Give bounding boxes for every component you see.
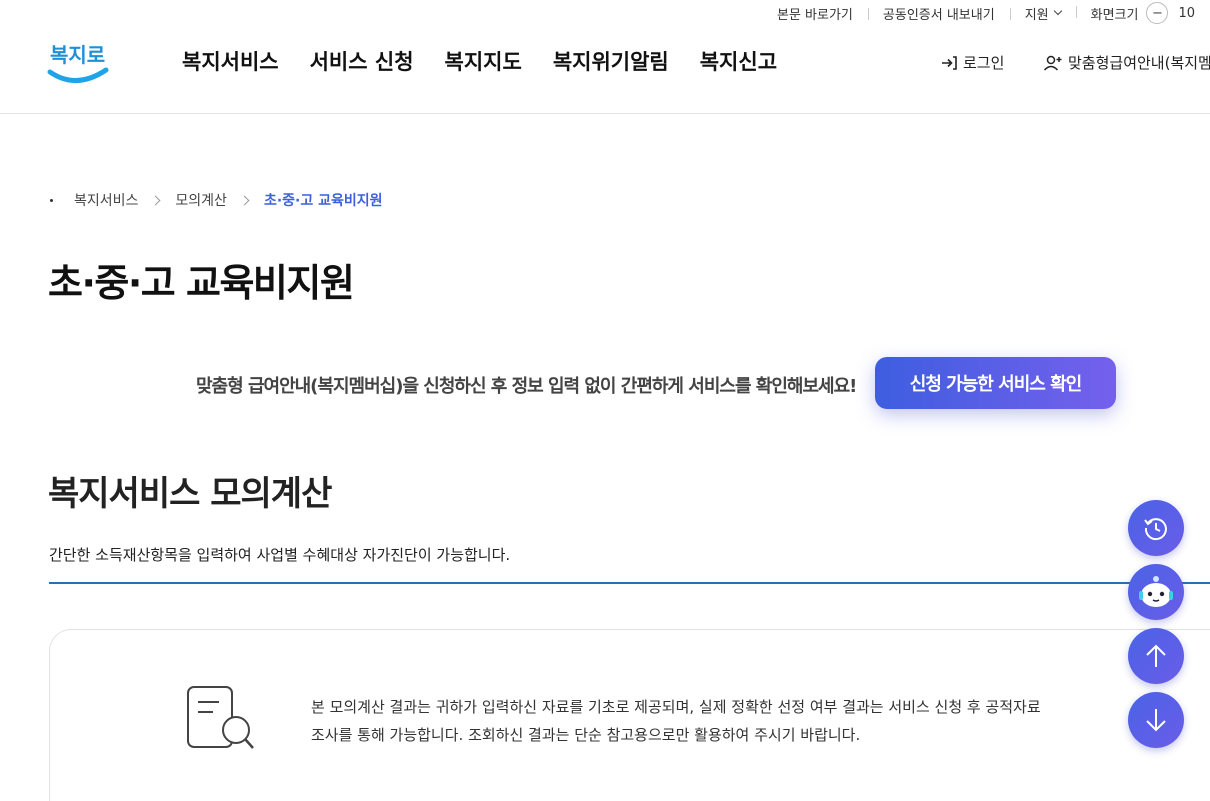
screen-size-control: 화면크기 − 10	[1075, 2, 1210, 24]
breadcrumb-item[interactable]: 모의계산	[175, 190, 227, 210]
nav-service-apply[interactable]: 서비스 신청	[310, 46, 414, 76]
notice-line: 본 모의계산 결과는 귀하가 입력하신 자료를 기초로 제공되며, 실제 정확한…	[311, 698, 1041, 716]
arrow-up-icon	[1146, 644, 1166, 667]
section-title: 복지서비스 모의계산	[48, 474, 332, 514]
breadcrumb-current: 초·중·고 교육비지원	[263, 193, 383, 209]
home-bullet-icon	[50, 198, 53, 202]
login-link[interactable]: 로그인	[940, 52, 1004, 73]
chevron-right-icon	[239, 195, 250, 205]
skip-to-content-link[interactable]: 본문 바로가기	[762, 4, 868, 23]
chevron-right-icon	[150, 195, 161, 205]
document-search-icon	[187, 686, 254, 749]
breadcrumb: 복지서비스 모의계산 초·중·고 교육비지원	[50, 190, 383, 210]
support-dropdown[interactable]: 지원	[1009, 4, 1076, 23]
notice-line: 조사를 통해 가능합니다. 조회하신 결과는 단순 참고용으로만 활용하여 주시…	[311, 726, 861, 744]
zoom-value: 10	[1178, 5, 1195, 21]
nav-welfare-services[interactable]: 복지서비스	[182, 46, 279, 76]
section-description: 간단한 소득재산항목을 입력하여 사업별 수혜대상 자가진단이 가능합니다.	[49, 546, 511, 564]
chatbot-button[interactable]	[1128, 564, 1184, 620]
scroll-top-button[interactable]	[1128, 628, 1184, 684]
breadcrumb-item[interactable]: 복지서비스	[74, 190, 138, 210]
chatbot-icon	[1139, 576, 1173, 607]
login-icon	[942, 55, 957, 70]
utility-bar: 본문 바로가기 공동인증서 내보내기 지원 화면크기 − 10	[762, 0, 1210, 26]
nav-crisis-alert[interactable]: 복지위기알림	[553, 46, 669, 76]
cert-export-link[interactable]: 공동인증서 내보내기	[867, 4, 1010, 23]
login-label: 로그인	[963, 54, 1005, 72]
logo-text: 복지로	[50, 43, 105, 67]
nav-welfare-map[interactable]: 복지지도	[445, 46, 522, 76]
section-divider	[49, 582, 1210, 584]
custom-benefit-label: 맞춤형급여안내(복지멤	[1068, 54, 1210, 72]
bokjiro-logo[interactable]: 복지로	[46, 32, 110, 88]
logo-mark: 복지로	[47, 43, 109, 83]
support-label: 지원	[1024, 7, 1049, 23]
user-add-icon	[1043, 55, 1062, 71]
custom-benefit-link[interactable]: 맞춤형급여안내(복지멤	[1043, 52, 1210, 73]
history-icon	[1144, 518, 1167, 541]
scroll-bottom-button[interactable]	[1128, 692, 1184, 748]
notice-text: 본 모의계산 결과는 귀하가 입력하신 자료를 기초로 제공되며, 실제 정확한…	[311, 693, 1041, 749]
screen-size-label: 화면크기	[1090, 7, 1139, 23]
main-navigation: 복지서비스 서비스 신청 복지지도 복지위기알림 복지신고	[182, 46, 777, 76]
check-available-services-button[interactable]: 신청 가능한 서비스 확인	[875, 357, 1116, 409]
site-header: 복지로 복지서비스 서비스 신청 복지지도 복지위기알림 복지신고 로그인 맞춤…	[0, 26, 1210, 114]
recent-history-button[interactable]	[1128, 500, 1184, 556]
promo-text: 맞춤형 급여안내(복지멤버십)을 신청하신 후 정보 입력 없이 간편하게 서비…	[196, 376, 857, 397]
page-title: 초·중·고 교육비지원	[48, 261, 355, 305]
zoom-out-button[interactable]: −	[1146, 2, 1169, 24]
nav-welfare-report[interactable]: 복지신고	[700, 46, 777, 76]
arrow-down-icon	[1146, 709, 1166, 732]
chevron-down-icon	[1053, 6, 1062, 16]
